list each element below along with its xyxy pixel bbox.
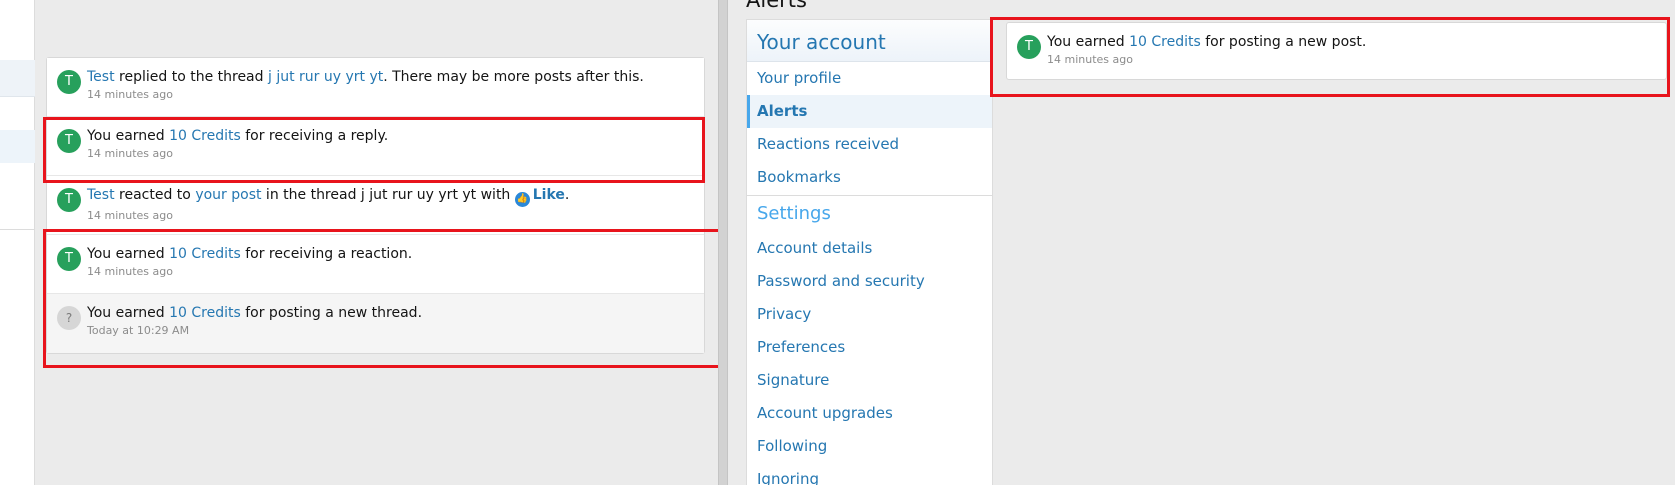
alert-timestamp: 14 minutes ago [1047,53,1133,66]
alert-timestamp: 14 minutes ago [87,209,173,222]
alert-item[interactable]: ? You earned 10 Credits for posting a ne… [47,294,704,353]
sidebar-fragment-divider [0,229,35,230]
thread-link[interactable]: j jut rur uy yrt yt [268,69,383,85]
credits-link[interactable]: 10 Credits [169,128,241,144]
sidebar-item-signature[interactable]: Signature [747,364,992,397]
alert-list: T Test replied to the thread j jut rur u… [46,57,705,354]
avatar[interactable]: T [57,247,81,271]
sidebar-fragment-active-item [0,130,35,163]
avatar[interactable]: ? [57,306,81,330]
alert-item[interactable]: T You earned 10 Credits for receiving a … [47,235,704,294]
sidebar-item-your-profile[interactable]: Your profile [747,62,992,95]
sidebar-item-privacy[interactable]: Privacy [747,298,992,331]
alert-timestamp: 14 minutes ago [87,88,173,101]
alert-text: You earned 10 Credits for receiving a re… [87,128,389,144]
sidebar-subheading-settings: Settings [757,203,831,224]
user-link[interactable]: Test [87,69,115,85]
alert-item[interactable]: T Test reacted to your post in the threa… [47,176,704,235]
sidebar-item-ignoring[interactable]: Ignoring [747,463,992,485]
credits-link[interactable]: 10 Credits [169,246,241,262]
sidebar-item-following[interactable]: Following [747,430,992,463]
alert-text: You earned 10 Credits for posting a new … [1047,34,1367,50]
like-icon: 👍 [514,192,530,207]
sidebar-item-account-details[interactable]: Account details [747,232,992,265]
alert-item[interactable]: T Test replied to the thread j jut rur u… [47,58,704,117]
user-link[interactable]: Test [87,187,115,203]
left-screenshot: T Test replied to the thread j jut rur u… [0,0,718,485]
right-screenshot: Alerts Your account Your profile Alerts … [728,0,1675,485]
alert-timestamp: 14 minutes ago [87,265,173,278]
alert-item[interactable]: T You earned 10 Credits for receiving a … [47,117,704,176]
reaction-label: Like [532,187,565,203]
sidebar-heading: Your account [747,20,992,62]
sidebar-fragment-header [0,60,35,97]
screenshot-divider [718,0,728,485]
avatar[interactable]: T [57,188,81,212]
avatar[interactable]: T [57,70,81,94]
sidebar-item-bookmarks[interactable]: Bookmarks [747,161,992,194]
alert-text: Test replied to the thread j jut rur uy … [87,69,644,85]
alert-text: Test reacted to your post in the thread … [87,186,694,207]
sidebar-item-preferences[interactable]: Preferences [747,331,992,364]
page-title: Alerts [746,0,807,12]
avatar[interactable]: T [1017,35,1041,59]
post-link[interactable]: your post [195,187,261,203]
sidebar-item-alerts[interactable]: Alerts [747,95,992,128]
alert-text: You earned 10 Credits for posting a new … [87,305,423,321]
sidebar-item-account-upgrades[interactable]: Account upgrades [747,397,992,430]
alert-text: You earned 10 Credits for receiving a re… [87,246,413,262]
account-sidebar: Your account Your profile Alerts Reactio… [746,19,993,485]
alert-item[interactable]: T You earned 10 Credits for posting a ne… [1006,22,1667,80]
avatar[interactable]: T [57,129,81,153]
credits-link[interactable]: 10 Credits [1129,34,1201,50]
credits-link[interactable]: 10 Credits [169,305,241,321]
alert-timestamp: Today at 10:29 AM [87,324,190,337]
sidebar-item-password-security[interactable]: Password and security [747,265,992,298]
alert-timestamp: 14 minutes ago [87,147,173,160]
sidebar-item-reactions-received[interactable]: Reactions received [747,128,992,161]
sidebar-fragment [0,0,35,485]
